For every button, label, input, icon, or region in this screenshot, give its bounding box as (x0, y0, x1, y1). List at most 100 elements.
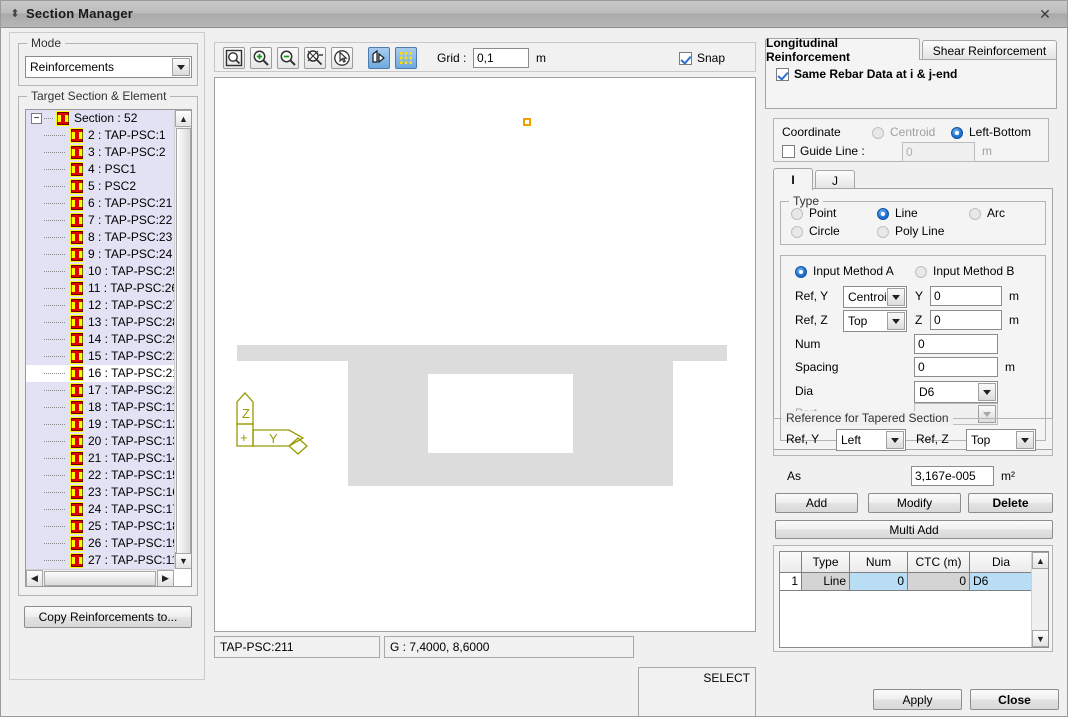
tree-row[interactable]: 15 : TAP-PSC:21 (26, 348, 174, 365)
window-menu-icon[interactable]: ⬍ (9, 8, 21, 21)
modify-button[interactable]: Modify (868, 493, 961, 513)
select-pointer-icon[interactable] (331, 47, 353, 69)
table-scroll-up-button[interactable]: ▲ (1032, 552, 1048, 569)
tree-row[interactable]: 25 : TAP-PSC:18 (26, 518, 174, 535)
radio-centroid[interactable] (872, 127, 884, 139)
section-shape-icon[interactable] (368, 47, 390, 69)
tree-row[interactable]: 13 : TAP-PSC:28 (26, 314, 174, 331)
ref-y-dropdown[interactable]: Centroid (843, 286, 907, 308)
tree-row[interactable]: 21 : TAP-PSC:14 (26, 450, 174, 467)
radio-point[interactable] (791, 208, 803, 220)
tree-row[interactable]: 18 : TAP-PSC:11 (26, 399, 174, 416)
radio-left-bottom[interactable] (951, 127, 963, 139)
tree-row[interactable]: 7 : TAP-PSC:22 (26, 212, 174, 229)
table-cell-ctc[interactable]: 0 (908, 573, 970, 591)
table-scroll-down-button[interactable]: ▼ (1032, 630, 1048, 647)
guide-line-input[interactable]: 0 (902, 142, 975, 162)
zoom-out-icon[interactable] (277, 47, 299, 69)
tapered-ref-z-dropdown[interactable]: Top (966, 429, 1036, 451)
radio-poly-line[interactable] (877, 226, 889, 238)
zoom-in-icon[interactable] (250, 47, 272, 69)
tab-shear-reinforcement[interactable]: Shear Reinforcement (922, 40, 1057, 60)
tree-row[interactable]: 14 : TAP-PSC:29 (26, 331, 174, 348)
tree-expander-icon[interactable]: − (31, 113, 42, 124)
tree-row[interactable]: 8 : TAP-PSC:23 (26, 229, 174, 246)
section-drawing-canvas[interactable]: Z + Y (214, 77, 756, 632)
tree-vertical-scrollbar[interactable]: ▲ ▼ (174, 110, 191, 569)
tree-row[interactable]: 5 : PSC2 (26, 178, 174, 195)
tree-row[interactable]: 20 : TAP-PSC:13 (26, 433, 174, 450)
table-header-cell[interactable]: Type (802, 552, 850, 573)
close-button[interactable]: Close (970, 689, 1059, 710)
tree-row[interactable]: 11 : TAP-PSC:26 (26, 280, 174, 297)
tree-row[interactable]: 4 : PSC1 (26, 161, 174, 178)
ref-z-dropdown[interactable]: Top (843, 310, 907, 332)
tree-row[interactable]: 12 : TAP-PSC:27 (26, 297, 174, 314)
tab-i-end[interactable]: I (773, 168, 813, 190)
tree-row[interactable]: 24 : TAP-PSC:17 (26, 501, 174, 518)
zoom-fit-icon[interactable] (304, 47, 326, 69)
delete-button[interactable]: Delete (968, 493, 1053, 513)
chevron-down-icon[interactable] (1016, 431, 1034, 449)
zoom-window-icon[interactable] (223, 47, 245, 69)
apply-button[interactable]: Apply (873, 689, 962, 710)
table-vertical-scrollbar[interactable]: ▲ ▼ (1031, 552, 1048, 647)
radio-input-method-a[interactable] (795, 266, 807, 278)
table-row-index[interactable]: 1 (780, 573, 802, 591)
tree-row[interactable]: 10 : TAP-PSC:25 (26, 263, 174, 280)
y-input[interactable]: 0 (930, 286, 1002, 306)
tree-row[interactable]: 6 : TAP-PSC:21 (26, 195, 174, 212)
radio-arc[interactable] (969, 208, 981, 220)
chevron-down-icon[interactable] (978, 383, 996, 401)
dia-dropdown[interactable]: D6 (914, 381, 998, 403)
scroll-down-button[interactable]: ▼ (175, 552, 191, 569)
tree-row[interactable]: 27 : TAP-PSC:11 (26, 552, 174, 569)
close-icon[interactable]: ✕ (1029, 5, 1061, 24)
scroll-left-button[interactable]: ◀ (26, 570, 43, 586)
table-header-cell[interactable]: Num (850, 552, 908, 573)
scroll-right-button[interactable]: ▶ (157, 570, 174, 586)
table-header-cell[interactable] (780, 552, 802, 573)
chevron-down-icon[interactable] (887, 312, 905, 330)
tapered-ref-y-dropdown[interactable]: Left (836, 429, 906, 451)
tree-row[interactable]: 17 : TAP-PSC:21 (26, 382, 174, 399)
mode-dropdown[interactable]: Reinforcements (25, 56, 192, 78)
tree-row[interactable]: 9 : TAP-PSC:24 (26, 246, 174, 263)
guide-line-checkbox[interactable] (782, 145, 795, 158)
tree-row[interactable]: 19 : TAP-PSC:12 (26, 416, 174, 433)
radio-input-method-b[interactable] (915, 266, 927, 278)
tree-vscroll-thumb[interactable] (176, 128, 191, 554)
section-tree[interactable]: − Section : 52 2 : TAP-PSC:1 3 : TAP-PSC:2 4… (25, 109, 192, 587)
tree-row[interactable]: 22 : TAP-PSC:15 (26, 467, 174, 484)
num-input[interactable]: 0 (914, 334, 998, 354)
z-input[interactable]: 0 (930, 310, 1002, 330)
tree-row[interactable]: 2 : TAP-PSC:1 (26, 127, 174, 144)
tree-row[interactable]: 3 : TAP-PSC:2 (26, 144, 174, 161)
grid-dots-icon[interactable] (395, 47, 417, 69)
scroll-up-button[interactable]: ▲ (175, 110, 191, 127)
chevron-down-icon[interactable] (172, 58, 190, 76)
tree-horizontal-scrollbar[interactable]: ◀ ▶ (26, 569, 174, 586)
as-input[interactable]: 3,167e-005 (911, 466, 994, 486)
spacing-input[interactable]: 0 (914, 357, 998, 377)
add-button[interactable]: Add (775, 493, 858, 513)
tab-j-end[interactable]: J (815, 170, 855, 190)
table-cell-num[interactable]: 0 (850, 573, 908, 591)
tab-longitudinal-reinforcement[interactable]: Longitudinal Reinforcement (765, 36, 920, 64)
grid-input[interactable]: 0,1 (473, 48, 529, 68)
rebar-table[interactable]: Type Num CTC (m) Dia 1 Line 0 0 D6 ▲ ▼ (779, 551, 1049, 648)
multi-add-button[interactable]: Multi Add (775, 520, 1053, 539)
radio-line[interactable] (877, 208, 889, 220)
table-cell-type[interactable]: Line (802, 573, 850, 591)
tree-hscroll-thumb[interactable] (44, 571, 156, 586)
tree-row[interactable]: 26 : TAP-PSC:19 (26, 535, 174, 552)
tree-row[interactable]: 16 : TAP-PSC:21 (26, 365, 174, 382)
copy-reinforcements-button[interactable]: Copy Reinforcements to... (24, 606, 192, 628)
snap-checkbox[interactable] (679, 52, 692, 65)
tree-row[interactable]: − Section : 52 (26, 110, 174, 127)
chevron-down-icon[interactable] (887, 288, 905, 306)
table-cell-dia[interactable]: D6 (970, 573, 1033, 591)
same-rebar-checkbox[interactable] (776, 68, 789, 81)
table-header-cell[interactable]: CTC (m) (908, 552, 970, 573)
chevron-down-icon[interactable] (886, 431, 904, 449)
